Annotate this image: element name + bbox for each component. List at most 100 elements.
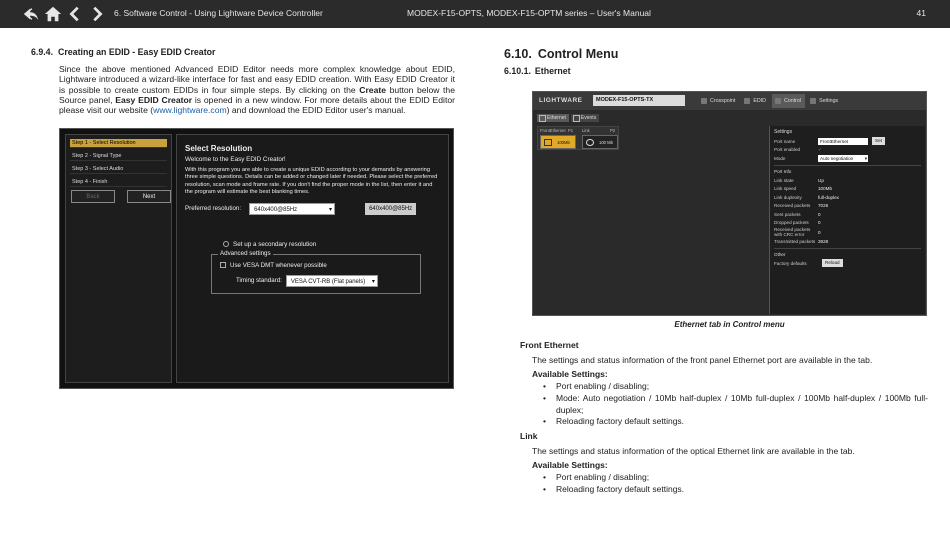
info-key: Link speed [774, 186, 797, 192]
ethernet-description: Front Ethernet The settings and status i… [520, 339, 928, 495]
device-controller-screenshot: LIGHTWARE MODEX-F15-OPTS-TX Crosspoint E… [532, 91, 927, 316]
setting-key: Port enabled [774, 147, 801, 153]
link-port[interactable]: 100 Mb [582, 135, 618, 149]
wizard-buttons: Back Next [71, 190, 171, 203]
mode-select[interactable]: Auto negotiation [818, 154, 868, 162]
info-row: Link state Up [774, 176, 921, 185]
port-speed: 100Mb [557, 140, 570, 145]
set-button[interactable]: Set [872, 137, 885, 146]
heading-title: Control Menu [537, 47, 619, 61]
setting-key: Mode [774, 155, 786, 161]
list-item: Reloading factory default settings. [532, 416, 928, 428]
info-row: Received packets 7026 [774, 202, 921, 211]
settings-row: Mode Auto negotiation [774, 154, 921, 163]
info-key: Received packets [774, 203, 811, 209]
vesa-dmt-checkbox[interactable]: Use VESA DMT whenever possible [220, 262, 327, 269]
info-row: Link duplexity full-duplex [774, 193, 921, 202]
para-text: ) and download the EDID Editor user's ma… [226, 105, 406, 116]
settings-title: Settings [774, 129, 793, 135]
section-number: 6.9.4. [31, 47, 54, 57]
checkbox-icon [220, 262, 226, 268]
manual-title: MODEX-F15-OPTS, MODEX-F15-OPTM series – … [407, 8, 651, 18]
available-settings-label: Available Settings: [532, 369, 608, 380]
advanced-settings-legend: Advanced settings [218, 249, 273, 257]
front-ethernet-heading: Front Ethernet [520, 340, 579, 350]
secondary-resolution-option[interactable]: Set up a secondary resolution [223, 241, 440, 248]
lightware-logo: LIGHTWARE [539, 97, 583, 104]
menu-crosspoint[interactable]: Crosspoint [698, 94, 739, 108]
vesa-dmt-label: Use VESA DMT whenever possible [230, 261, 327, 269]
create-term: Create [359, 84, 386, 95]
available-settings-label: Available Settings: [532, 460, 608, 471]
info-value: 3928 [818, 238, 829, 244]
preferred-resolution-label: Preferred resolution: [185, 205, 242, 212]
info-row: Dropped packets 0 [774, 219, 921, 228]
menu-control[interactable]: Control [771, 94, 806, 108]
ldc-menu: Crosspoint EDID Control Settings [698, 94, 842, 108]
right-column: 6.10. Control Menu 6.10.1. Ethernet [504, 46, 928, 76]
tab-events[interactable]: Events [570, 114, 600, 122]
chapter-title: 6. Software Control - Using Lightware De… [114, 8, 323, 18]
ldc-tabs: Ethernet Events [537, 114, 600, 122]
header-bar: 6. Software Control - Using Lightware De… [0, 0, 950, 28]
info-key: Transmitted packets [774, 238, 816, 244]
settings-row: Port name FrontEthernet Set [774, 137, 921, 146]
info-row: Sent packets 0 [774, 210, 921, 219]
menu-settings[interactable]: Settings [807, 94, 842, 108]
port-speed: 100 Mb [599, 140, 613, 145]
secondary-resolution-label: Set up a secondary resolution [233, 240, 317, 248]
left-column: 6.9.4. Creating an EDID - Easy EDID Creat… [31, 46, 455, 115]
ethernet-ports: FrontEthernet P1 Link P2 100Mb 100 Mb [537, 126, 619, 150]
wizard-steps-panel: Step 1 - Select Resolution Step 2 - Sign… [65, 134, 172, 383]
info-row: Transmitted packets 3928 [774, 237, 921, 246]
menu-edid[interactable]: EDID [741, 94, 770, 108]
info-value: 0 [818, 220, 821, 226]
list-item: Mode: Auto negotiation / 10Mb half-duple… [532, 393, 928, 416]
other-heading: Other [774, 252, 786, 258]
port-info-heading: Port Info [774, 169, 792, 175]
wizard-step[interactable]: Step 3 - Select Audio [70, 165, 167, 174]
setting-key: Port name [774, 138, 796, 144]
info-value: 100Mb [818, 186, 833, 192]
wizard-title: Select Resolution [185, 144, 253, 153]
back-icon[interactable] [22, 5, 40, 23]
nav-buttons [22, 5, 106, 23]
previous-icon[interactable] [66, 5, 84, 23]
wizard-step[interactable]: Step 2 - Signal Type [70, 152, 167, 161]
info-key: Link duplexity [774, 194, 802, 200]
settings-row: Factory defaults Reload [774, 259, 921, 268]
front-settings-list: Port enabling / disabling; Mode: Auto ne… [532, 381, 928, 428]
fiber-icon [586, 139, 594, 146]
figure-caption: Ethernet tab in Control menu [674, 320, 785, 329]
list-item: Reloading factory default settings. [532, 484, 928, 496]
back-button[interactable]: Back [71, 190, 115, 203]
list-item: Port enabling / disabling; [532, 381, 928, 393]
front-ethernet-port[interactable]: 100Mb [540, 135, 576, 149]
preferred-resolution-select[interactable]: 640x400@85Hz [249, 202, 336, 216]
info-key: Received packets with CRC error [774, 227, 811, 237]
reload-button[interactable]: Reload [822, 259, 843, 268]
subsection-heading: 6.10.1. Ethernet [504, 66, 928, 76]
timing-standard-select[interactable]: VESA CVT-RB (Flat panels) [285, 274, 378, 288]
wizard-step[interactable]: Step 1 - Select Resolution [70, 139, 167, 148]
device-name: MODEX-F15-OPTS-TX [593, 95, 685, 106]
home-icon[interactable] [44, 5, 62, 23]
port-info-section: Port Info Link state Up Link speed 100Mb L… [774, 164, 921, 246]
link-heading: Link [520, 430, 538, 441]
info-value: 7026 [818, 203, 829, 209]
tab-ethernet[interactable]: Ethernet [537, 114, 569, 122]
port-enabled-checkbox[interactable]: ✓ [818, 147, 822, 153]
preferred-resolution-row: Preferred resolution: 640x400@85Hz 640x4… [185, 202, 440, 216]
info-row: Received packets with CRC error 0 [774, 227, 921, 237]
website-link[interactable]: www.lightware.com [153, 105, 227, 115]
port-settings-panel: Settings Port name FrontEthernet Set Port … [769, 126, 925, 314]
port-label: FrontEthernet [540, 128, 566, 133]
next-button[interactable]: Next [127, 190, 171, 203]
next-icon[interactable] [88, 5, 106, 23]
easy-edid-creator-screenshot: Step 1 - Select Resolution Step 2 - Sign… [59, 128, 454, 389]
port-name-input[interactable]: FrontEthernet [818, 137, 868, 145]
info-key: Sent packets [774, 211, 801, 217]
wizard-step[interactable]: Step 4 - Finish [70, 178, 167, 187]
link-description: The settings and status information of t… [532, 445, 855, 456]
advanced-settings-group: Advanced settings Use VESA DMT whenever … [211, 249, 421, 294]
